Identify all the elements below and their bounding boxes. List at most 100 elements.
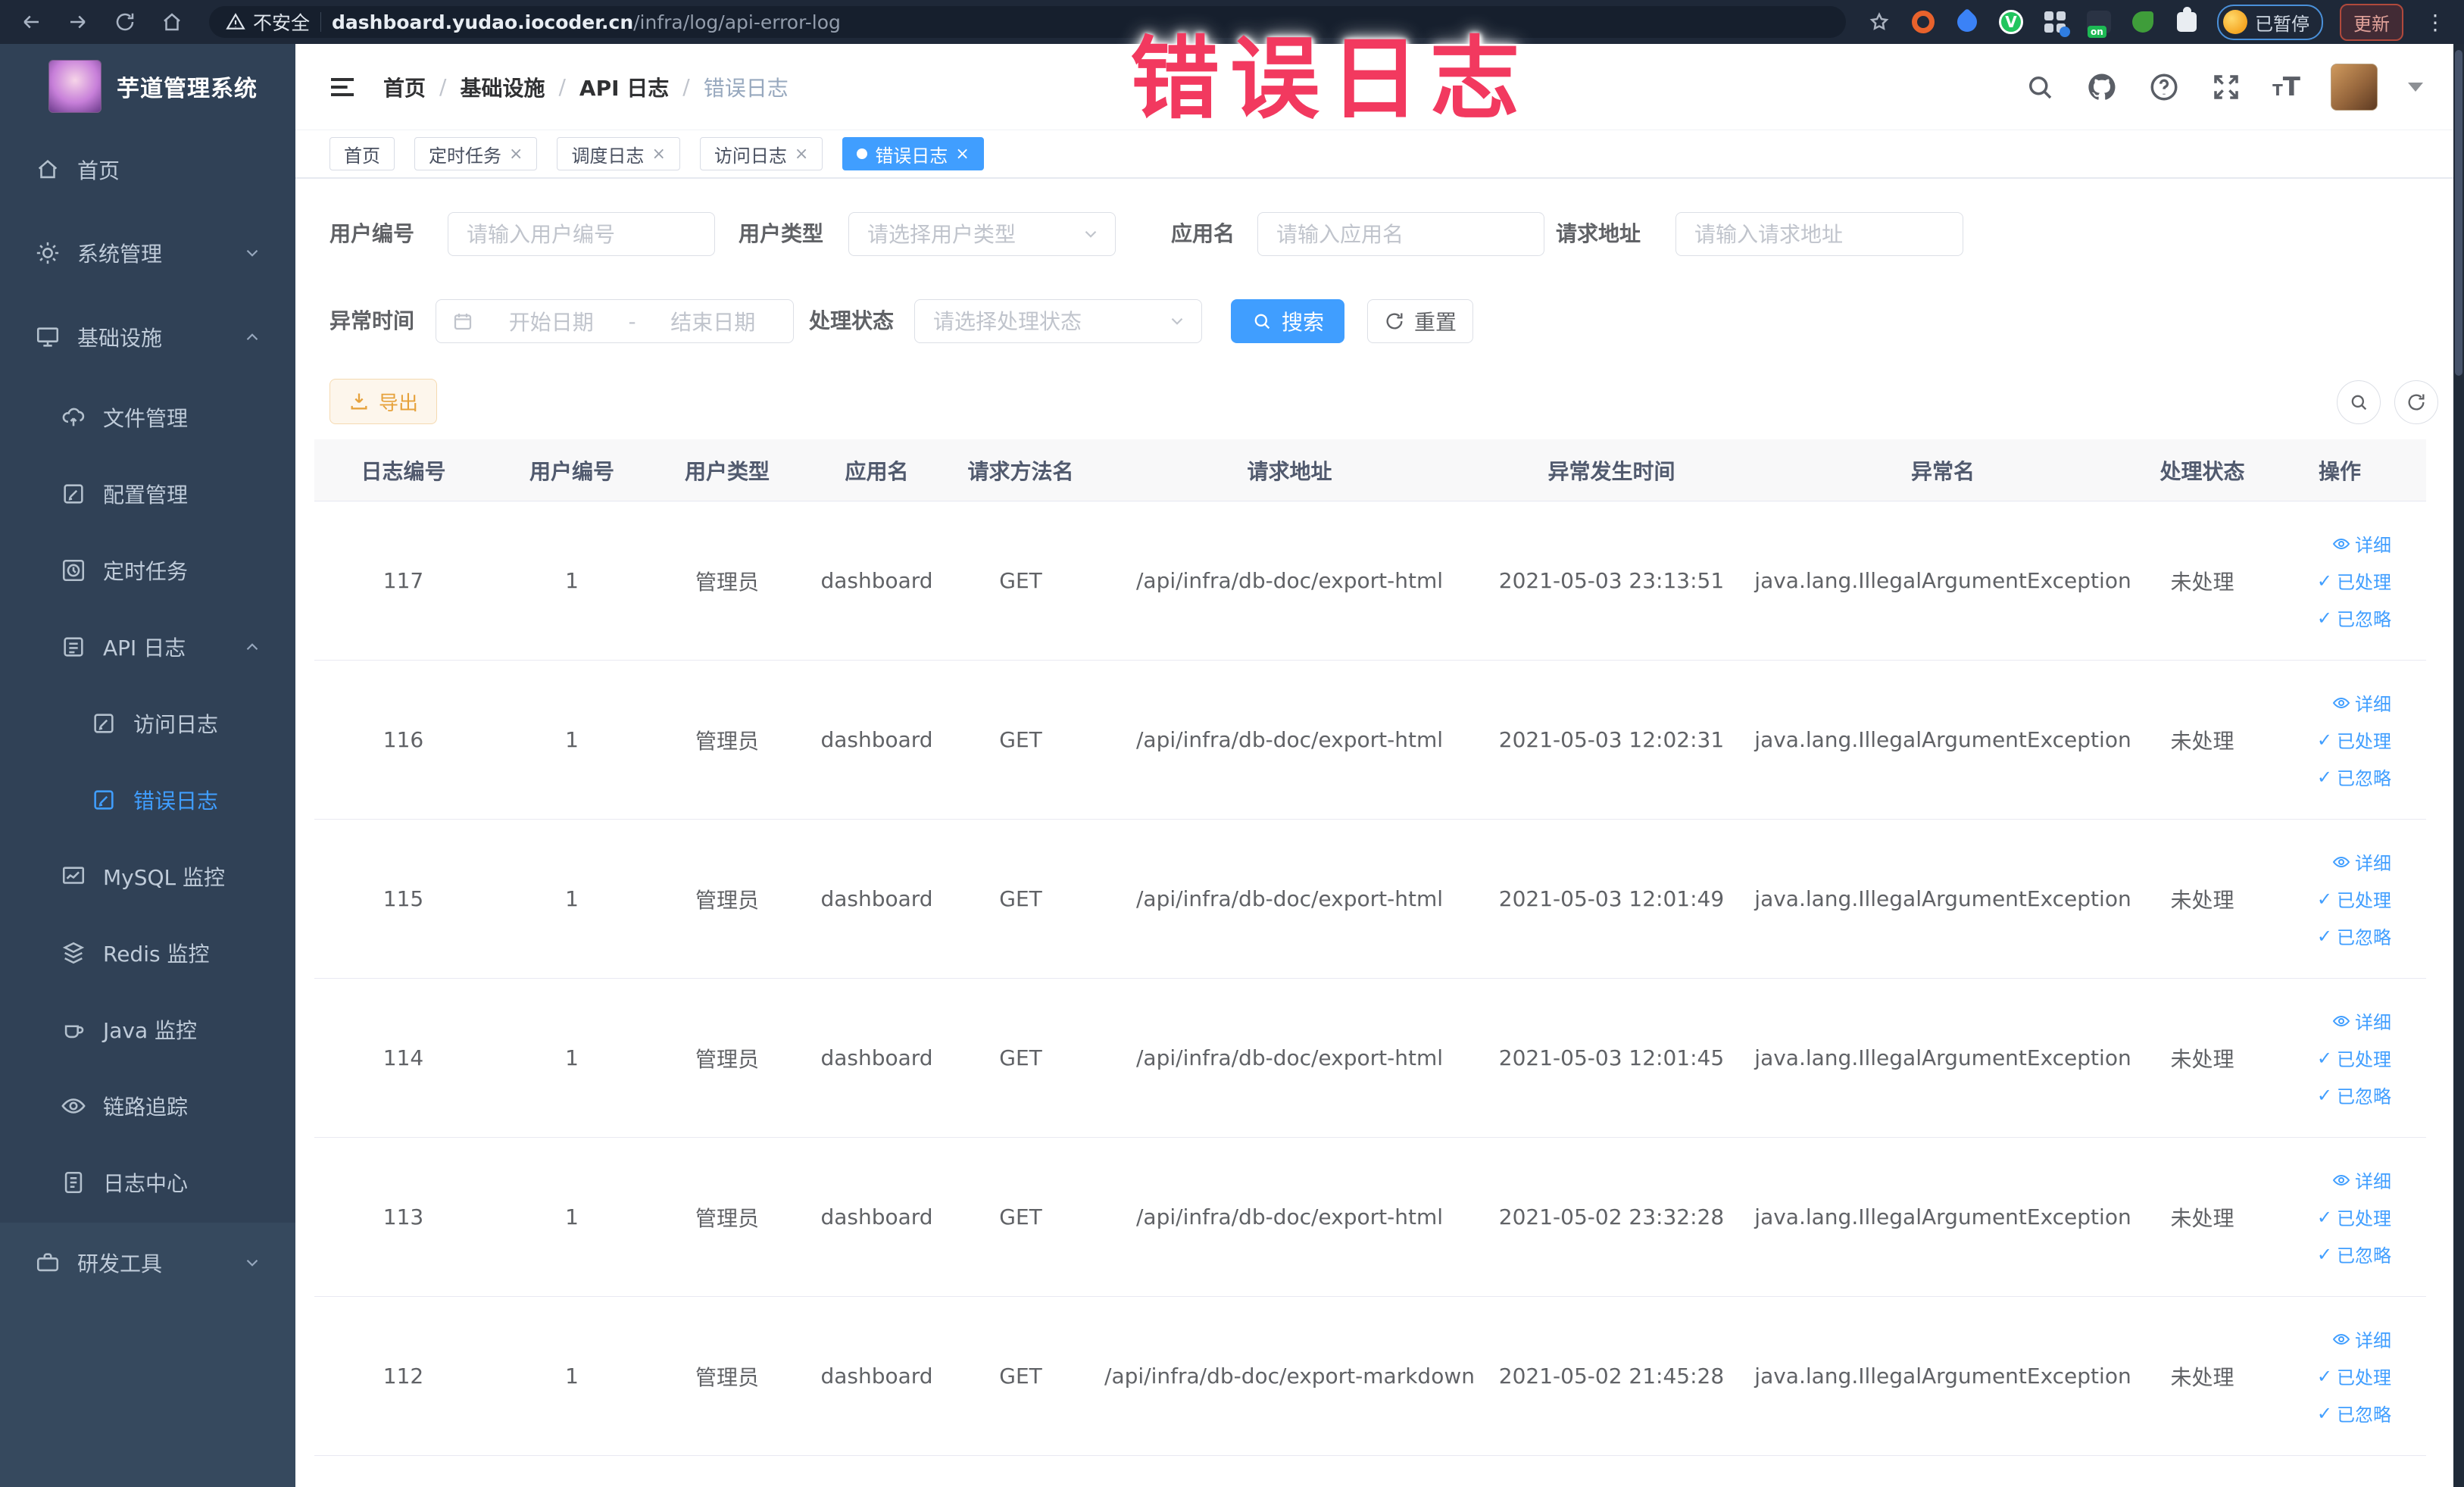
help-icon[interactable] bbox=[2148, 71, 2180, 103]
check-icon: ✓ bbox=[2316, 607, 2332, 629]
coffee-icon bbox=[64, 1024, 84, 1038]
fullscreen-icon[interactable] bbox=[2210, 71, 2242, 103]
sidebar-item-access-log[interactable]: 访问日志 bbox=[0, 685, 295, 761]
mark-processed-link[interactable]: ✓ 已处理 bbox=[2317, 1363, 2391, 1389]
user-id-input[interactable] bbox=[448, 212, 715, 256]
mark-ignored-link[interactable]: ✓ 已忽略 bbox=[2317, 1241, 2391, 1267]
cell-exception-time: 2021-05-03 12:02:31 bbox=[1498, 727, 1725, 752]
cell-exception-name: java.lang.IllegalArgumentException bbox=[1754, 1364, 2131, 1389]
tab-scheduled-jobs[interactable]: 定时任务 × bbox=[414, 137, 538, 170]
hamburger-icon[interactable] bbox=[326, 72, 359, 102]
breadcrumb-home[interactable]: 首页 bbox=[383, 72, 426, 102]
browser-reload-icon[interactable] bbox=[108, 5, 142, 39]
chrome-menu-icon[interactable]: ⋮ bbox=[2420, 10, 2450, 35]
sidebar-item-system[interactable]: 系统管理 bbox=[0, 211, 295, 295]
sidebar-item-home[interactable]: 首页 bbox=[0, 129, 295, 211]
mark-processed-link[interactable]: ✓ 已处理 bbox=[2317, 1045, 2391, 1071]
extension-puzzle-icon[interactable] bbox=[2173, 7, 2200, 36]
scrollbar-thumb[interactable] bbox=[2455, 50, 2462, 376]
sidebar-item-config-manage[interactable]: 配置管理 bbox=[0, 455, 295, 532]
app-name-input[interactable] bbox=[1257, 212, 1544, 256]
request-url-input[interactable] bbox=[1675, 212, 1963, 256]
tab-error-log[interactable]: 错误日志 × bbox=[842, 137, 984, 170]
user-menu-caret-icon[interactable] bbox=[2408, 82, 2423, 92]
cell-exception-time: 2021-05-03 12:01:45 bbox=[1498, 1045, 1725, 1070]
mark-ignored-link[interactable]: ✓ 已忽略 bbox=[2317, 604, 2391, 631]
cell-method: GET bbox=[999, 568, 1042, 593]
mark-processed-link[interactable]: ✓ 已处理 bbox=[2317, 886, 2391, 912]
browser-home-icon[interactable] bbox=[155, 5, 189, 39]
sidebar-item-api-log[interactable]: API 日志 bbox=[0, 608, 295, 685]
app-logo-row[interactable]: 芋道管理系统 bbox=[0, 44, 295, 129]
mark-processed-link[interactable]: ✓ 已处理 bbox=[2317, 726, 2391, 753]
cell-app-name: dashboard bbox=[820, 727, 933, 752]
browser-forward-icon[interactable] bbox=[61, 5, 95, 39]
check-icon: ✓ bbox=[2316, 1084, 2332, 1106]
breadcrumb-infra[interactable]: 基础设施 bbox=[460, 72, 545, 102]
mark-ignored-link[interactable]: ✓ 已忽略 bbox=[2317, 1400, 2391, 1426]
site-security[interactable]: 不安全 bbox=[226, 8, 310, 36]
mark-processed-link[interactable]: ✓ 已处理 bbox=[2317, 567, 2391, 594]
sidebar-item-infra[interactable]: 基础设施 bbox=[0, 295, 295, 379]
refresh-table-button[interactable] bbox=[2394, 380, 2438, 424]
detail-link[interactable]: 详细 bbox=[2332, 848, 2391, 875]
mark-ignored-link[interactable]: ✓ 已忽略 bbox=[2317, 923, 2391, 949]
breadcrumb-api-log[interactable]: API 日志 bbox=[579, 72, 669, 102]
sidebar-item-dev-tools[interactable]: 研发工具 bbox=[0, 1223, 295, 1303]
process-status-input[interactable] bbox=[914, 299, 1202, 343]
close-icon[interactable]: × bbox=[651, 145, 665, 164]
tab-schedule-log[interactable]: 调度日志 × bbox=[557, 137, 680, 170]
detail-link[interactable]: 详细 bbox=[2332, 689, 2391, 716]
cell-app-name: dashboard bbox=[820, 1045, 933, 1070]
sidebar-item-redis-monitor[interactable]: Redis 监控 bbox=[0, 914, 295, 991]
cell-status: 未处理 bbox=[2170, 1364, 2234, 1390]
mark-ignored-link[interactable]: ✓ 已忽略 bbox=[2317, 764, 2391, 790]
sidebar-item-tracing[interactable]: 链路追踪 bbox=[0, 1067, 295, 1144]
toggle-search-button[interactable] bbox=[2337, 380, 2381, 424]
github-icon[interactable] bbox=[2086, 71, 2118, 103]
font-size-icon[interactable]: TT bbox=[2272, 74, 2300, 100]
extension-orange-icon[interactable] bbox=[1910, 8, 1937, 36]
extension-green-v-icon[interactable]: V bbox=[1997, 8, 2025, 36]
date-range-picker[interactable]: 开始日期 - 结束日期 bbox=[436, 299, 794, 343]
detail-link[interactable]: 详细 bbox=[2332, 1326, 2391, 1352]
mark-processed-link[interactable]: ✓ 已处理 bbox=[2317, 1204, 2391, 1230]
user-avatar[interactable] bbox=[2331, 63, 2378, 111]
detail-link[interactable]: 详细 bbox=[2332, 1167, 2391, 1193]
detail-link[interactable]: 详细 bbox=[2332, 530, 2391, 557]
view-icon bbox=[2332, 1015, 2350, 1026]
close-icon[interactable]: × bbox=[795, 145, 808, 164]
cell-user-type: 管理员 bbox=[695, 728, 759, 754]
extension-sprout-icon[interactable] bbox=[2129, 8, 2156, 36]
tab-home[interactable]: 首页 bbox=[329, 137, 395, 170]
sidebar-item-mysql-monitor[interactable]: MySQL 监控 bbox=[0, 838, 295, 914]
sidebar-item-error-log[interactable]: 错误日志 bbox=[0, 761, 295, 838]
extension-blue-icon[interactable] bbox=[1953, 8, 1982, 36]
table-row: 112 1 管理员 dashboard GET /api/infra/db-do… bbox=[314, 1297, 2426, 1456]
close-icon[interactable]: × bbox=[509, 145, 523, 164]
sidebar-item-java-monitor[interactable]: Java 监控 bbox=[0, 991, 295, 1067]
export-button[interactable]: 导出 bbox=[329, 379, 437, 424]
screen: 不安全 dashboard.yudao.iocoder.cn/infra/log… bbox=[0, 0, 2464, 1487]
search-button[interactable]: 搜索 bbox=[1231, 299, 1344, 343]
detail-link[interactable]: 详细 bbox=[2332, 1007, 2391, 1034]
extension-switch-on-icon[interactable]: on bbox=[2085, 8, 2113, 38]
address-bar[interactable]: 不安全 dashboard.yudao.iocoder.cn/infra/log… bbox=[209, 6, 1846, 38]
chrome-update-button[interactable]: 更新 bbox=[2340, 3, 2403, 41]
cell-log-id: 113 bbox=[383, 1204, 424, 1229]
browser-back-icon[interactable] bbox=[14, 5, 48, 39]
sidebar-item-log-center[interactable]: 日志中心 bbox=[0, 1144, 295, 1220]
page-scrollbar[interactable] bbox=[2453, 44, 2464, 1487]
cell-status: 未处理 bbox=[2170, 1046, 2234, 1072]
user-type-input[interactable] bbox=[848, 212, 1116, 256]
reset-button[interactable]: 重置 bbox=[1367, 299, 1473, 343]
close-icon[interactable]: × bbox=[955, 145, 969, 164]
search-icon[interactable] bbox=[2024, 71, 2056, 103]
sidebar-item-file-manage[interactable]: 文件管理 bbox=[0, 379, 295, 455]
paused-extension-badge[interactable]: 已暂停 bbox=[2217, 4, 2323, 40]
sidebar-item-scheduled-jobs[interactable]: 定时任务 bbox=[0, 532, 295, 608]
mark-ignored-link[interactable]: ✓ 已忽略 bbox=[2317, 1082, 2391, 1108]
bookmark-star-icon[interactable] bbox=[1866, 8, 1893, 36]
extension-grid-icon[interactable] bbox=[2041, 8, 2070, 37]
tab-access-log[interactable]: 访问日志 × bbox=[699, 137, 823, 170]
